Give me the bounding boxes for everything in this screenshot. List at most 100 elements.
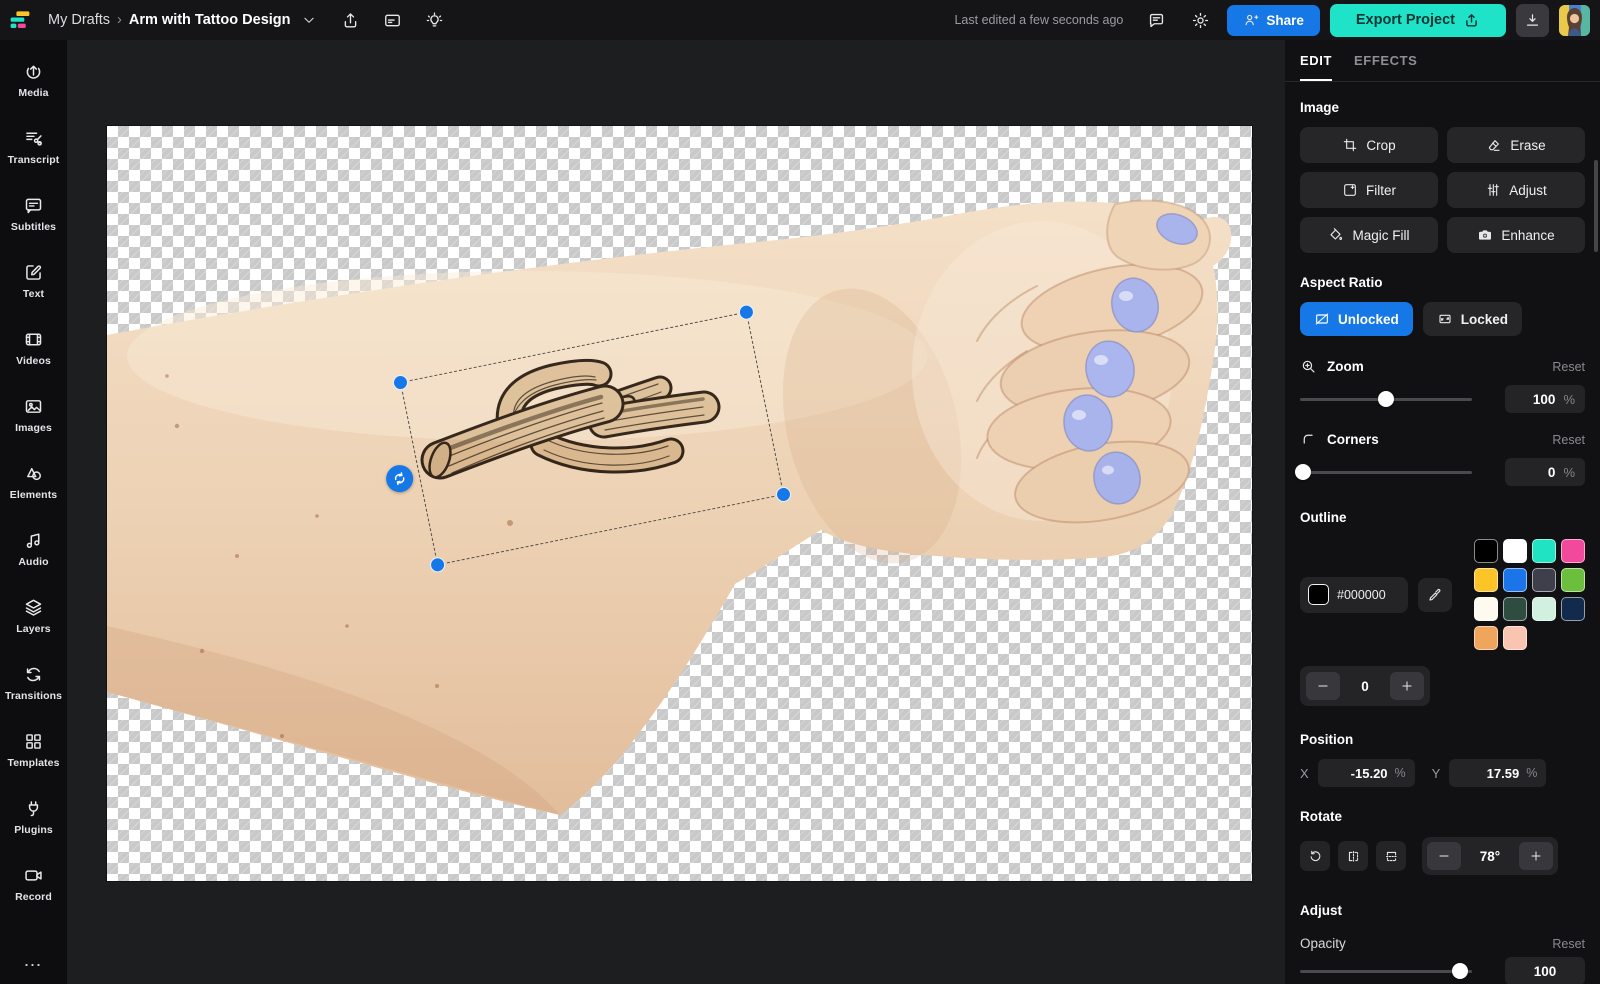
position-x-input[interactable]: -15.20% bbox=[1318, 759, 1415, 787]
workspace[interactable] bbox=[67, 40, 1285, 984]
zoom-reset[interactable]: Reset bbox=[1552, 360, 1585, 374]
outline-color-input[interactable]: #000000 bbox=[1300, 577, 1408, 613]
canvas[interactable] bbox=[107, 126, 1252, 881]
sidebar-item-videos[interactable]: Videos bbox=[0, 314, 67, 381]
project-title[interactable]: Arm with Tattoo Design bbox=[129, 12, 291, 28]
corners-row: 0% bbox=[1300, 458, 1585, 486]
sidebar-item-elements[interactable]: Elements bbox=[0, 448, 67, 515]
aspect-locked-button[interactable]: Locked bbox=[1423, 302, 1522, 336]
download-button[interactable] bbox=[1516, 4, 1549, 37]
swatch-dark-green[interactable] bbox=[1503, 597, 1527, 621]
export-button-label: Export Project bbox=[1356, 12, 1455, 28]
sidebar-item-media[interactable]: Media bbox=[0, 46, 67, 113]
layers-icon bbox=[23, 597, 44, 618]
share-out-icon[interactable] bbox=[334, 3, 368, 37]
suggestions-lightbulb-icon[interactable] bbox=[418, 3, 452, 37]
share-button[interactable]: Share bbox=[1227, 5, 1320, 36]
rotate-sync-icon bbox=[391, 469, 409, 487]
swatch-peach[interactable] bbox=[1503, 626, 1527, 650]
filter-button[interactable]: Filter bbox=[1300, 172, 1438, 208]
settings-gear-icon[interactable] bbox=[1183, 3, 1217, 37]
sidebar-item-images[interactable]: Images bbox=[0, 381, 67, 448]
sidebar-label: Templates bbox=[7, 757, 59, 769]
locked-label: Locked bbox=[1461, 312, 1508, 327]
enhance-label: Enhance bbox=[1501, 228, 1554, 243]
kapwing-logo[interactable] bbox=[0, 0, 40, 40]
tab-edit[interactable]: EDIT bbox=[1300, 40, 1332, 81]
media-upload-icon bbox=[23, 61, 44, 82]
outline-width-increase-button[interactable] bbox=[1390, 672, 1424, 700]
sidebar-item-transcript[interactable]: Transcript bbox=[0, 113, 67, 180]
comments-icon[interactable] bbox=[1139, 3, 1173, 37]
breadcrumb: My Drafts › Arm with Tattoo Design bbox=[48, 9, 320, 31]
export-project-button[interactable]: Export Project bbox=[1330, 4, 1506, 37]
swatch-dark-gray[interactable] bbox=[1532, 568, 1556, 592]
corners-header: Corners Reset bbox=[1300, 431, 1585, 448]
zoom-value-input[interactable]: 100% bbox=[1505, 385, 1585, 413]
flip-horizontal-icon bbox=[1346, 849, 1361, 864]
swatch-yellow[interactable] bbox=[1474, 568, 1498, 592]
position-inputs: X -15.20% Y 17.59% bbox=[1300, 759, 1585, 787]
aspect-ratio-buttons: Unlocked Locked bbox=[1300, 302, 1585, 336]
swatch-white[interactable] bbox=[1503, 539, 1527, 563]
corners-slider[interactable] bbox=[1300, 464, 1472, 480]
zoom-slider[interactable] bbox=[1300, 391, 1472, 407]
swatch-pink[interactable] bbox=[1561, 539, 1585, 563]
swatch-orange[interactable] bbox=[1474, 626, 1498, 650]
image-buttons: Crop Erase Filter Adjust Magic Fill Enha… bbox=[1300, 127, 1585, 253]
panel-scrollbar[interactable] bbox=[1594, 160, 1598, 252]
sidebar-item-subtitles[interactable]: Subtitles bbox=[0, 180, 67, 247]
corners-value-input[interactable]: 0% bbox=[1505, 458, 1585, 486]
crop-button[interactable]: Crop bbox=[1300, 127, 1438, 163]
magic-fill-label: Magic Fill bbox=[1352, 228, 1409, 243]
swatch-cream[interactable] bbox=[1474, 597, 1498, 621]
flip-vertical-button[interactable] bbox=[1376, 841, 1406, 871]
user-avatar[interactable] bbox=[1559, 5, 1590, 36]
filter-label: Filter bbox=[1366, 183, 1396, 198]
sidebar-more-button[interactable]: ⋯ bbox=[24, 955, 44, 976]
swatch-turquoise[interactable] bbox=[1532, 539, 1556, 563]
opacity-value-input[interactable]: 100 bbox=[1505, 957, 1585, 984]
rotate-90-button[interactable] bbox=[1300, 841, 1330, 871]
sidebar-label: Audio bbox=[18, 556, 48, 568]
camera-icon bbox=[1477, 227, 1493, 243]
position-y-input[interactable]: 17.59% bbox=[1449, 759, 1546, 787]
corners-reset[interactable]: Reset bbox=[1552, 433, 1585, 447]
rotate-decrease-button[interactable] bbox=[1427, 842, 1461, 870]
corner-radius-icon bbox=[1300, 431, 1317, 448]
aspect-unlocked-button[interactable]: Unlocked bbox=[1300, 302, 1413, 336]
sidebar-item-transitions[interactable]: Transitions bbox=[0, 649, 67, 716]
swatch-mint[interactable] bbox=[1532, 597, 1556, 621]
enhance-button[interactable]: Enhance bbox=[1447, 217, 1585, 253]
opacity-reset[interactable]: Reset bbox=[1552, 937, 1585, 951]
outline-width-decrease-button[interactable] bbox=[1306, 672, 1340, 700]
sidebar-item-record[interactable]: Record bbox=[0, 850, 67, 917]
breadcrumb-my-drafts[interactable]: My Drafts bbox=[48, 12, 110, 28]
swatch-black[interactable] bbox=[1474, 539, 1498, 563]
rotate-increase-button[interactable] bbox=[1519, 842, 1553, 870]
sidebar-item-layers[interactable]: Layers bbox=[0, 582, 67, 649]
sidebar-item-text[interactable]: Text bbox=[0, 247, 67, 314]
erase-button[interactable]: Erase bbox=[1447, 127, 1585, 163]
flip-horizontal-button[interactable] bbox=[1338, 841, 1368, 871]
sidebar-label: Text bbox=[23, 288, 44, 300]
eyedropper-button[interactable] bbox=[1418, 578, 1452, 612]
opacity-slider[interactable] bbox=[1300, 963, 1472, 979]
sidebar-label: Images bbox=[15, 422, 52, 434]
adjust-button[interactable]: Adjust bbox=[1447, 172, 1585, 208]
tab-effects[interactable]: EFFECTS bbox=[1354, 40, 1417, 81]
download-icon bbox=[1524, 12, 1541, 29]
title-chevron-down-icon[interactable] bbox=[298, 9, 320, 31]
rotate-label: Rotate bbox=[1300, 809, 1585, 824]
swatch-green[interactable] bbox=[1561, 568, 1585, 592]
images-icon bbox=[23, 396, 44, 417]
sidebar-item-templates[interactable]: Templates bbox=[0, 716, 67, 783]
canvas-notes-icon[interactable] bbox=[376, 3, 410, 37]
swatch-navy[interactable] bbox=[1561, 597, 1585, 621]
sidebar-item-audio[interactable]: Audio bbox=[0, 515, 67, 582]
sidebar-item-plugins[interactable]: Plugins bbox=[0, 783, 67, 850]
sidebar-label: Media bbox=[18, 87, 48, 99]
locked-ratio-icon bbox=[1437, 311, 1453, 327]
swatch-blue[interactable] bbox=[1503, 568, 1527, 592]
magic-fill-button[interactable]: Magic Fill bbox=[1300, 217, 1438, 253]
